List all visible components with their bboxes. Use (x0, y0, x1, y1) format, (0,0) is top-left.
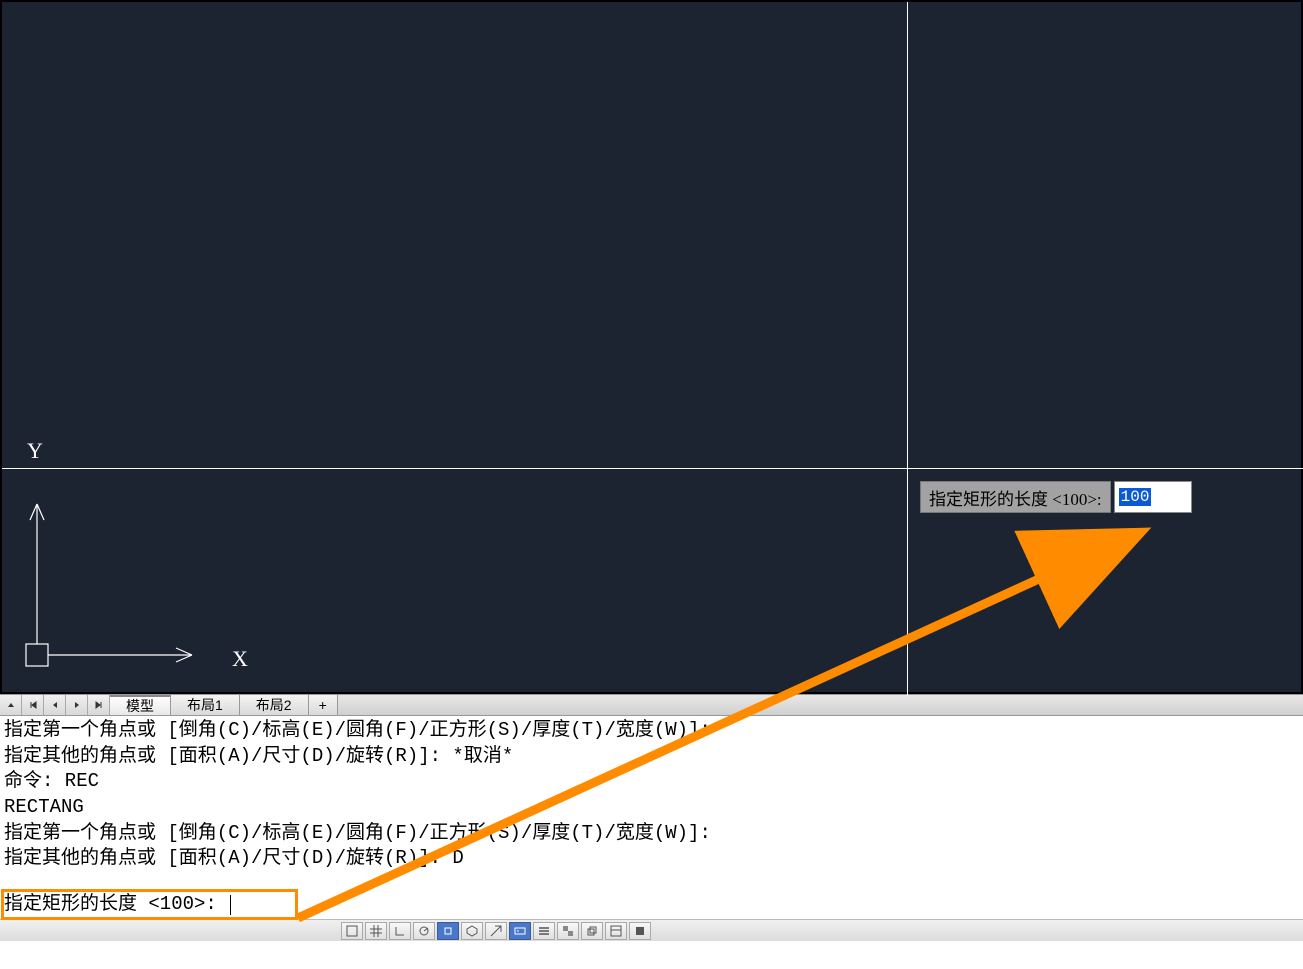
status-3dosnap-button[interactable] (461, 922, 483, 940)
status-otrack-button[interactable] (485, 922, 507, 940)
status-polar-button[interactable] (413, 922, 435, 940)
cmd-history-line: 指定其他的角点或 [面积(A)/尺寸(D)/旋转(R)]: *取消* (4, 744, 1299, 770)
tab-scroll-up-button[interactable] (0, 695, 22, 715)
cmd-history-line: 指定第一个角点或 [倒角(C)/标高(E)/圆角(F)/正方形(S)/厚度(T)… (4, 718, 1299, 744)
tab-layout2[interactable]: 布局2 (240, 695, 309, 715)
tab-prev-button[interactable] (44, 695, 66, 715)
command-line-area[interactable]: 指定矩形的长度 <100>: (0, 890, 1303, 920)
crosshair-horizontal (2, 468, 1303, 469)
tab-layout1[interactable]: 布局1 (171, 695, 240, 715)
crosshair-vertical (907, 2, 908, 696)
tab-add-label: + (319, 697, 327, 713)
tab-next-button[interactable] (66, 695, 88, 715)
drawing-canvas[interactable]: Y X 指定矩形的长度 <100>: 100 (0, 0, 1303, 694)
layout-tab-bar: 模型 布局1 布局2 + (0, 694, 1303, 716)
tab-layout2-label: 布局2 (256, 695, 292, 715)
tab-model[interactable]: 模型 (110, 695, 171, 715)
dynamic-input-tooltip: 指定矩形的长度 <100>: 100 (920, 481, 1192, 513)
cmd-history-line: 命令: REC (4, 769, 1299, 795)
text-cursor (230, 895, 231, 915)
command-line-prompt[interactable]: 指定矩形的长度 <100>: (4, 892, 1299, 918)
status-model-button[interactable] (629, 922, 651, 940)
dynamic-input-value: 100 (1119, 488, 1152, 506)
dynamic-input-label: 指定矩形的长度 <100>: (920, 481, 1111, 513)
tab-model-label: 模型 (126, 696, 154, 716)
cmd-history-line: 指定第一个角点或 [倒角(C)/标高(E)/圆角(F)/正方形(S)/厚度(T)… (4, 821, 1299, 847)
ucs-y-label: Y (27, 438, 43, 464)
ucs-x-label: X (232, 646, 248, 672)
command-line-text: 指定矩形的长度 <100>: (4, 892, 228, 918)
tab-layout1-label: 布局1 (187, 695, 223, 715)
status-quickprops-button[interactable] (605, 922, 627, 940)
status-ortho-button[interactable] (389, 922, 411, 940)
status-snap-button[interactable] (341, 922, 363, 940)
cmd-history-line: 指定其他的角点或 [面积(A)/尺寸(D)/旋转(R)]: D (4, 846, 1299, 872)
cmd-history-line: RECTANG (4, 795, 1299, 821)
status-dyninput-button[interactable] (509, 922, 531, 940)
status-grid-button[interactable] (365, 922, 387, 940)
tab-last-button[interactable] (88, 695, 110, 715)
status-transparency-button[interactable] (557, 922, 579, 940)
tab-first-button[interactable] (22, 695, 44, 715)
status-lineweight-button[interactable] (533, 922, 555, 940)
tab-add-layout[interactable]: + (309, 695, 338, 715)
status-osnap-button[interactable] (437, 922, 459, 940)
command-history[interactable]: 指定第一个角点或 [倒角(C)/标高(E)/圆角(F)/正方形(S)/厚度(T)… (0, 716, 1303, 872)
dynamic-input-field[interactable]: 100 (1114, 481, 1192, 513)
status-bar (0, 919, 1303, 941)
status-cycling-button[interactable] (581, 922, 603, 940)
ucs-icon (24, 492, 204, 672)
